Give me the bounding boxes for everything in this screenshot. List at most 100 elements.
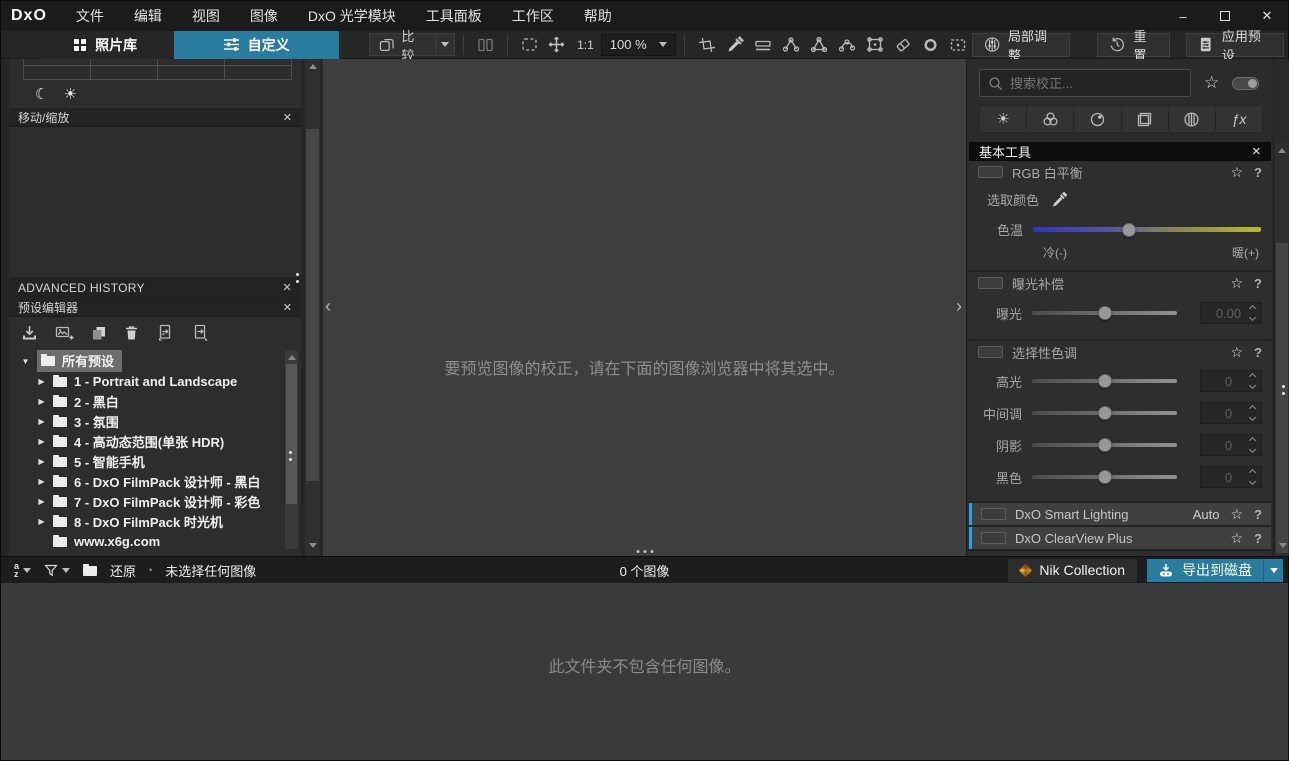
collapse-arrow-icon[interactable]: ▶ bbox=[37, 457, 46, 466]
shadows-slider-handle[interactable] bbox=[1097, 438, 1112, 452]
collapse-arrow-icon[interactable]: ▶ bbox=[37, 417, 46, 426]
compare-button[interactable]: 比较 bbox=[368, 29, 437, 63]
help-icon[interactable]: ? bbox=[1254, 345, 1262, 360]
search-box[interactable] bbox=[979, 69, 1191, 97]
restore-label[interactable]: 还原 bbox=[110, 561, 136, 580]
horizon-tool-icon[interactable] bbox=[754, 36, 772, 53]
pick-color-eyedropper-icon[interactable] bbox=[1050, 191, 1070, 209]
filter-dropdown[interactable] bbox=[44, 564, 71, 577]
shadows-slider[interactable] bbox=[1032, 438, 1177, 452]
menu-help[interactable]: 帮助 bbox=[569, 1, 627, 31]
smart-lighting-mode[interactable]: Auto bbox=[1193, 507, 1220, 522]
preset-folder-3[interactable]: ▶ 3 - 氛围 bbox=[9, 411, 301, 431]
menu-view[interactable]: 视图 bbox=[177, 1, 235, 31]
spin-down-icon[interactable] bbox=[1248, 313, 1257, 322]
preset-folder-4[interactable]: ▶ 4 - 高动态范围(单张 HDR) bbox=[9, 431, 301, 451]
browser-splitter-grip[interactable] bbox=[636, 550, 653, 553]
collapse-arrow-icon[interactable]: ▶ bbox=[37, 397, 46, 406]
category-detail-button[interactable] bbox=[1074, 106, 1122, 132]
local-adjustments-button[interactable]: 局部调整 bbox=[971, 29, 1071, 63]
highlights-slider-handle[interactable] bbox=[1097, 374, 1112, 388]
selection-frame-icon[interactable] bbox=[949, 36, 967, 53]
midtones-value-input[interactable]: 0 bbox=[1200, 402, 1262, 424]
exposure-slider[interactable] bbox=[1032, 306, 1177, 320]
left-panel-scrollbar[interactable] bbox=[305, 59, 320, 556]
preset-folder-7[interactable]: ▶ 7 - DxO FilmPack 设计师 - 彩色 bbox=[9, 491, 301, 511]
selective-tone-checkbox[interactable] bbox=[978, 346, 1003, 358]
fit-screen-icon[interactable] bbox=[521, 37, 538, 52]
category-local-adjustments-button[interactable] bbox=[1168, 106, 1216, 132]
moon-icon[interactable]: ☾ bbox=[35, 85, 48, 103]
tab-customize[interactable]: 自定义 bbox=[174, 30, 339, 59]
duplicate-preset-icon[interactable] bbox=[91, 325, 107, 341]
expand-arrow-icon[interactable]: ▼ bbox=[21, 357, 30, 366]
favorite-star-icon[interactable]: ☆ bbox=[1230, 530, 1243, 547]
delete-preset-icon[interactable] bbox=[124, 325, 139, 341]
search-input[interactable] bbox=[1010, 75, 1160, 91]
control-points-polygon-icon[interactable] bbox=[810, 36, 828, 53]
export-preset-icon[interactable] bbox=[156, 324, 174, 341]
category-light-button[interactable]: ☀ bbox=[980, 106, 1028, 132]
move-zoom-close-icon[interactable]: ✕ bbox=[283, 111, 292, 124]
highlights-slider[interactable] bbox=[1032, 374, 1177, 388]
collapse-arrow-icon[interactable]: ▶ bbox=[37, 377, 46, 386]
menu-image[interactable]: 图像 bbox=[235, 1, 293, 31]
active-corrections-toggle[interactable] bbox=[1232, 76, 1260, 90]
preset-editor-close-icon[interactable]: ✕ bbox=[283, 301, 292, 314]
crop-tool-icon[interactable] bbox=[698, 36, 716, 54]
help-icon[interactable]: ? bbox=[1254, 276, 1262, 291]
menu-file[interactable]: 文件 bbox=[61, 1, 119, 31]
help-icon[interactable]: ? bbox=[1254, 531, 1262, 546]
menu-edit[interactable]: 编辑 bbox=[119, 1, 177, 31]
exposure-slider-handle[interactable] bbox=[1097, 306, 1112, 320]
sun-icon[interactable]: ☀ bbox=[63, 85, 76, 103]
split-view-icon[interactable] bbox=[477, 37, 494, 53]
eyedropper-tool-icon[interactable] bbox=[726, 35, 744, 54]
preset-folder-6[interactable]: ▶ 6 - DxO FilmPack 设计师 - 黑白 bbox=[9, 471, 301, 491]
collapse-arrow-icon[interactable]: ▶ bbox=[37, 437, 46, 446]
export-preset-as-icon[interactable] bbox=[191, 324, 209, 341]
preset-folder-1[interactable]: ▶ 1 - Portrait and Landscape bbox=[9, 371, 301, 391]
temperature-slider[interactable] bbox=[1033, 222, 1261, 237]
midtones-slider[interactable] bbox=[1032, 406, 1177, 420]
help-icon[interactable]: ? bbox=[1254, 507, 1262, 522]
collapse-left-panel-icon[interactable]: ‹ bbox=[325, 297, 331, 315]
preset-folder-5[interactable]: ▶ 5 - 智能手机 bbox=[9, 451, 301, 471]
menu-optics-modules[interactable]: DxO 光学模块 bbox=[293, 1, 411, 31]
menu-workspace[interactable]: 工作区 bbox=[497, 1, 569, 31]
compare-dropdown[interactable] bbox=[436, 33, 456, 56]
control-points-line-icon[interactable] bbox=[782, 36, 800, 53]
favorite-star-icon[interactable]: ☆ bbox=[1230, 506, 1243, 523]
category-color-button[interactable] bbox=[1027, 106, 1075, 132]
midtones-slider-handle[interactable] bbox=[1097, 406, 1112, 420]
highlights-value-input[interactable]: 0 bbox=[1200, 370, 1262, 392]
reset-button[interactable]: 重置 bbox=[1097, 29, 1171, 63]
blacks-slider-handle[interactable] bbox=[1097, 470, 1112, 484]
favorites-filter-star-icon[interactable]: ☆ bbox=[1204, 73, 1219, 93]
right-panel-scrollbar[interactable] bbox=[1273, 59, 1289, 556]
category-geometry-button[interactable] bbox=[1121, 106, 1169, 132]
advanced-history-close-icon[interactable]: ✕ bbox=[282, 281, 292, 294]
shadows-value-input[interactable]: 0 bbox=[1200, 434, 1262, 456]
collapse-arrow-icon[interactable]: ▶ bbox=[37, 477, 46, 486]
preset-folder-www[interactable]: www.x6g.com bbox=[9, 531, 301, 551]
preset-tree-scrollbar[interactable] bbox=[285, 351, 298, 549]
control-points-curve-icon[interactable] bbox=[838, 36, 856, 53]
exposure-checkbox[interactable] bbox=[978, 277, 1003, 289]
sort-dropdown[interactable]: az bbox=[14, 562, 32, 579]
apply-preset-button[interactable]: 应用预设 bbox=[1186, 29, 1285, 63]
export-options-dropdown[interactable] bbox=[1263, 558, 1283, 582]
move-tool-icon[interactable] bbox=[548, 36, 565, 53]
spin-up-icon[interactable] bbox=[1248, 304, 1257, 313]
create-preset-from-image-icon[interactable] bbox=[55, 324, 74, 341]
category-watermark-effects-button[interactable]: ƒx bbox=[1215, 106, 1263, 132]
blacks-slider[interactable] bbox=[1032, 470, 1177, 484]
eraser-tool-icon[interactable] bbox=[894, 36, 912, 53]
minimize-button[interactable]: – bbox=[1162, 1, 1204, 31]
preset-folder-8[interactable]: ▶ 8 - DxO FilmPack 时光机 bbox=[9, 511, 301, 531]
mask-visibility-icon[interactable] bbox=[922, 37, 939, 53]
collapse-arrow-icon[interactable]: ▶ bbox=[37, 517, 46, 526]
zoom-level-dropdown[interactable]: 100 % bbox=[600, 33, 676, 56]
collapse-arrow-icon[interactable]: ▶ bbox=[37, 497, 46, 506]
collapse-right-panel-icon[interactable]: › bbox=[956, 297, 962, 315]
